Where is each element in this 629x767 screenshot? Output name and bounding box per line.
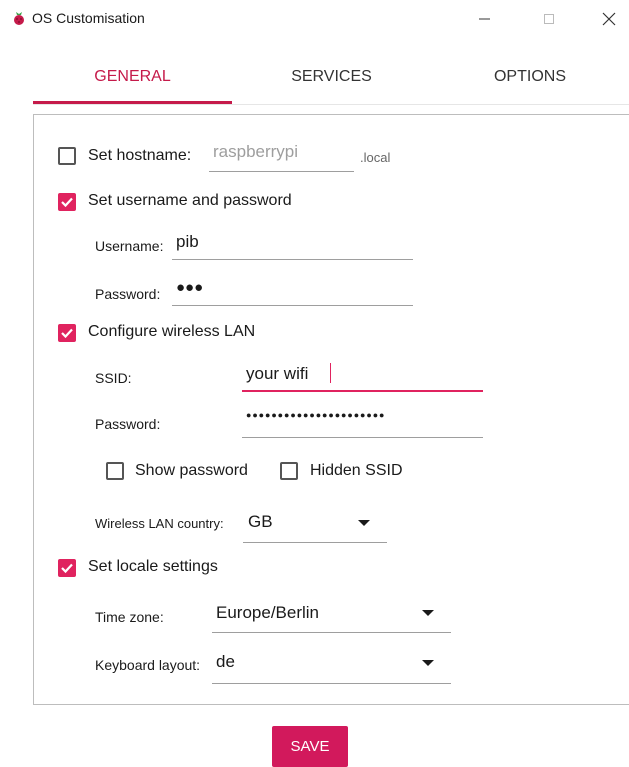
timezone-label: Time zone: [95, 609, 164, 625]
maximize-icon [544, 14, 554, 24]
user-label: Set username and password [88, 192, 292, 209]
tab-general[interactable]: GENERAL [33, 68, 232, 86]
timezone-underline [212, 632, 451, 633]
username-underline [172, 259, 413, 260]
country-select[interactable]: GB [248, 512, 273, 532]
locale-label: Set locale settings [88, 558, 218, 575]
chevron-down-icon[interactable] [422, 610, 434, 616]
user-password-underline [172, 305, 413, 306]
wlan-label: Configure wireless LAN [88, 323, 256, 340]
show-password-label: Show password [135, 462, 248, 479]
user-password-label: Password: [95, 286, 161, 302]
ssid-input[interactable]: your wifi [246, 364, 308, 384]
close-button[interactable] [589, 0, 629, 38]
hidden-ssid-checkbox[interactable] [280, 462, 298, 480]
tab-options[interactable]: OPTIONS [431, 68, 629, 86]
check-icon [61, 328, 73, 339]
close-icon [602, 12, 616, 26]
locale-checkbox[interactable] [58, 559, 76, 577]
minimize-icon [479, 18, 490, 20]
user-checkbox[interactable] [58, 193, 76, 211]
tab-services[interactable]: SERVICES [232, 68, 431, 86]
window-title: OS Customisation [32, 10, 145, 26]
user-password-input[interactable]: ●●● [176, 279, 203, 296]
chevron-down-icon[interactable] [358, 520, 370, 526]
keyboard-label: Keyboard layout: [95, 657, 201, 673]
ssid-label: SSID: [95, 370, 132, 386]
username-input[interactable]: pib [176, 232, 199, 252]
tabs-divider [33, 104, 629, 105]
country-underline [243, 542, 387, 543]
keyboard-underline [212, 683, 451, 684]
keyboard-select[interactable]: de [216, 652, 235, 672]
hostname-suffix: .local [360, 150, 391, 165]
wlan-password-underline [242, 437, 483, 438]
hostname-label: Set hostname: [88, 147, 192, 164]
maximize-button[interactable] [526, 0, 572, 38]
timezone-select[interactable]: Europe/Berlin [216, 603, 319, 623]
save-button[interactable]: SAVE [272, 726, 348, 767]
text-cursor [330, 363, 331, 383]
wlan-password-input[interactable]: ●●●●●●●●●●●●●●●●●●●●●● [246, 410, 385, 420]
hidden-ssid-label: Hidden SSID [310, 462, 403, 479]
wlan-checkbox[interactable] [58, 324, 76, 342]
raspberry-icon [11, 10, 27, 26]
check-icon [61, 197, 73, 208]
hostname-checkbox[interactable] [58, 147, 76, 165]
check-icon [61, 563, 73, 574]
country-label: Wireless LAN country: [95, 516, 224, 531]
wlan-password-label: Password: [95, 416, 161, 432]
hostname-underline [209, 171, 354, 172]
ssid-underline [242, 390, 483, 392]
minimize-button[interactable] [462, 0, 508, 38]
show-password-checkbox[interactable] [106, 462, 124, 480]
chevron-down-icon[interactable] [422, 660, 434, 666]
hostname-input[interactable]: raspberrypi [213, 142, 298, 162]
active-tab-indicator [33, 101, 232, 104]
username-label: Username: [95, 238, 164, 254]
